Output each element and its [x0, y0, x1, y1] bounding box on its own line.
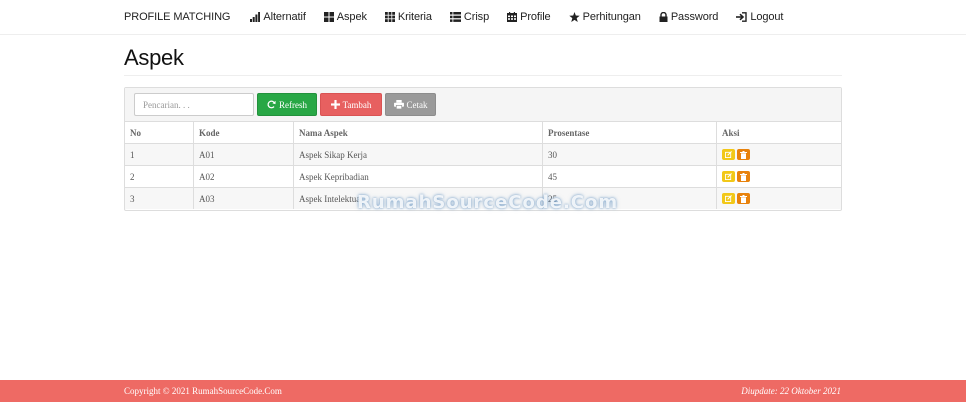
cell-prosentase: 45: [542, 165, 717, 188]
refresh-button[interactable]: Refresh: [257, 93, 317, 116]
nav-label-aspek: Aspek: [336, 11, 367, 23]
nav-label-logout: Logout: [750, 11, 784, 23]
nav-label-alternatif: Alternatif: [263, 11, 306, 23]
search-input[interactable]: [134, 93, 254, 116]
header-prosentase[interactable]: Prosentase: [542, 122, 717, 144]
cell-no: 3: [125, 187, 194, 209]
log-in-icon: [736, 12, 748, 22]
nav-label-profile: Profile: [520, 11, 551, 23]
edit-icon: [725, 151, 732, 159]
th-icon: [384, 12, 395, 22]
table-row: 1 A01 Aspek Sikap Kerja 30: [125, 143, 841, 166]
edit-button[interactable]: [722, 171, 735, 183]
cell-prosentase: 30: [542, 143, 717, 166]
cell-nama-aspek: Aspek Kepribadian: [293, 165, 543, 188]
refresh-icon: [267, 100, 276, 109]
star-icon: [568, 12, 580, 22]
navbar: PROFILE MATCHING Alternatif Aspek Kriter…: [0, 0, 966, 35]
calendar-icon: [507, 12, 518, 22]
cell-prosentase: 25: [542, 187, 717, 209]
trash-icon: [740, 172, 747, 181]
nav-item-profile[interactable]: Profile: [507, 11, 551, 23]
cetak-button[interactable]: Cetak: [385, 93, 436, 116]
panel-toolbar: Refresh Tambah Cetak: [125, 88, 841, 122]
nav-item-perhitungan[interactable]: Perhitungan: [568, 11, 641, 23]
delete-button[interactable]: [737, 193, 750, 205]
title-divider: [124, 75, 842, 76]
edit-icon: [725, 173, 732, 181]
cell-no: 1: [125, 143, 194, 166]
lock-icon: [659, 12, 668, 22]
nav-label-kriteria: Kriteria: [397, 11, 432, 23]
cell-aksi: [716, 165, 841, 188]
print-icon: [393, 100, 404, 109]
nav-item-kriteria[interactable]: Kriteria: [384, 11, 432, 23]
aspek-panel: Refresh Tambah Cetak No Kode Nama Aspek: [124, 87, 842, 211]
cell-kode: A02: [193, 165, 294, 188]
tambah-label: Tambah: [342, 99, 372, 110]
header-no[interactable]: No: [125, 122, 194, 144]
cell-nama-aspek: Aspek Sikap Kerja: [293, 143, 543, 166]
header-kode[interactable]: Kode: [193, 122, 294, 144]
nav-item-alternatif[interactable]: Alternatif: [250, 11, 306, 23]
header-aksi: Aksi: [716, 122, 841, 144]
nav-label-password: Password: [670, 11, 719, 23]
footer-updated: Diupdate: 22 Oktober 2021: [741, 386, 841, 396]
cell-aksi: [716, 143, 841, 166]
brand-link[interactable]: PROFILE MATCHING: [124, 11, 230, 23]
table-row: 3 A03 Aspek Intelektual 25: [125, 187, 841, 209]
cell-kode: A01: [193, 143, 294, 166]
cell-aksi: [716, 187, 841, 209]
cell-nama-aspek: Aspek Intelektual: [293, 187, 543, 209]
nav-item-password[interactable]: Password: [659, 11, 719, 23]
nav-item-logout[interactable]: Logout: [736, 11, 783, 23]
plus-icon: [330, 100, 340, 109]
footer-copyright: Copyright © 2021 RumahSourceCode.Com: [124, 386, 282, 396]
table-row: 2 A02 Aspek Kepribadian 45: [125, 165, 841, 188]
tambah-button[interactable]: Tambah: [320, 93, 382, 116]
nav-label-perhitungan: Perhitungan: [582, 11, 641, 23]
header-nama-aspek[interactable]: Nama Aspek: [293, 122, 543, 144]
nav-item-aspek[interactable]: Aspek: [323, 11, 367, 23]
cetak-label: Cetak: [406, 99, 428, 110]
navbar-inner: PROFILE MATCHING Alternatif Aspek Kriter…: [124, 0, 783, 34]
delete-button[interactable]: [737, 149, 750, 161]
aspek-table: No Kode Nama Aspek Prosentase Aksi 1 A01…: [125, 122, 841, 209]
table-header-row: No Kode Nama Aspek Prosentase Aksi: [125, 122, 841, 144]
edit-icon: [725, 195, 732, 203]
trash-icon: [740, 194, 747, 203]
footer: Copyright © 2021 RumahSourceCode.Com Diu…: [0, 380, 966, 402]
edit-button[interactable]: [722, 149, 735, 161]
trash-icon: [740, 150, 747, 159]
page-title: Aspek: [124, 45, 184, 70]
nav-item-crisp[interactable]: Crisp: [449, 11, 490, 23]
th-large-icon: [323, 12, 334, 22]
list-icon: [449, 12, 461, 22]
signal-icon: [250, 12, 261, 22]
nav-label-crisp: Crisp: [463, 11, 490, 23]
delete-button[interactable]: [737, 171, 750, 183]
refresh-label: Refresh: [279, 99, 307, 110]
edit-button[interactable]: [722, 193, 735, 205]
cell-no: 2: [125, 165, 194, 188]
cell-kode: A03: [193, 187, 294, 209]
